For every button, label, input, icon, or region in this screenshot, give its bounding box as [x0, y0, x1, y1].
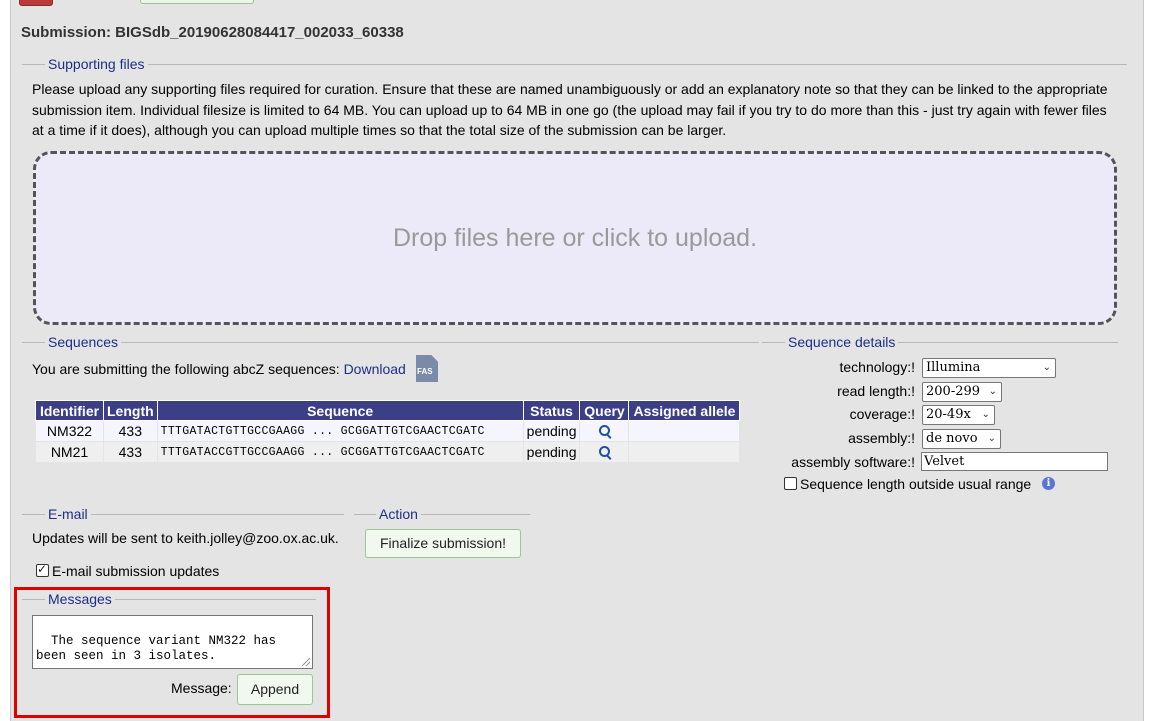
- cell-identifier: NM21: [35, 441, 104, 463]
- cell-length: 433: [103, 420, 158, 442]
- cell-identifier: NM322: [35, 420, 104, 442]
- fas-file-icon-label: FAS: [417, 367, 433, 376]
- cell-assigned-allele: [628, 441, 741, 463]
- chevron-down-icon: ⌄: [1042, 362, 1051, 373]
- search-icon[interactable]: [598, 446, 610, 457]
- column-header-length: Length: [103, 400, 158, 421]
- cell-sequence: TTTGATACCGTTGCCGAAGG ... GCGGATTGTCGAACT…: [156, 441, 524, 463]
- chevron-down-icon: ⌄: [988, 386, 997, 397]
- sequence-details-legend: Sequence details: [785, 334, 899, 350]
- messages-legend: Messages: [45, 591, 115, 607]
- cell-assigned-allele: [628, 420, 741, 442]
- table-header-row: Identifier Length Sequence Status Query …: [35, 400, 741, 421]
- table-row: NM21 433 TTTGATACCGTTGCCGAAGG ... GCGGAT…: [35, 441, 741, 463]
- chevron-down-icon: ⌄: [987, 433, 996, 444]
- read-length-label: read length:!: [837, 383, 915, 399]
- email-text: Updates will be sent to keith.jolley@zoo…: [32, 530, 339, 546]
- message-textarea[interactable]: The sequence variant NM322 has been seen…: [32, 615, 313, 669]
- supporting-files-legend: Supporting files: [45, 56, 148, 72]
- cell-status: pending: [522, 441, 581, 463]
- cell-status: pending: [522, 420, 581, 442]
- read-length-value: 200-299: [926, 384, 981, 399]
- search-icon[interactable]: [598, 425, 610, 436]
- chevron-down-icon: ⌄: [981, 409, 990, 420]
- sequences-intro: You are submitting the following abcZ se…: [32, 361, 406, 377]
- supporting-files-rule: [22, 64, 1127, 65]
- email-legend: E-mail: [45, 506, 91, 522]
- info-icon[interactable]: i: [1042, 477, 1055, 490]
- email-updates-checkbox[interactable]: [36, 562, 49, 577]
- assembly-software-input[interactable]: Velvet: [921, 452, 1108, 471]
- supporting-files-description: Please upload any supporting files requi…: [32, 81, 1108, 138]
- append-button[interactable]: Append: [237, 674, 313, 705]
- message-label: Message:: [171, 680, 232, 696]
- technology-label: technology:!: [839, 359, 916, 375]
- dropzone-text: Drop files here or click to upload.: [392, 223, 758, 252]
- sequences-intro-text: You are submitting the following abcZ se…: [32, 361, 340, 377]
- coverage-value: 20-49x: [926, 407, 971, 422]
- email-updates-label: E-mail submission updates: [52, 563, 220, 579]
- column-header-assigned-allele: Assigned allele: [628, 400, 741, 421]
- column-header-status: Status: [522, 400, 581, 421]
- coverage-select[interactable]: 20-49x ⌄: [922, 405, 995, 425]
- sequences-legend: Sequences: [45, 334, 122, 350]
- assembly-software-label: assembly software:!: [791, 454, 915, 470]
- assembly-value: de novo: [926, 431, 978, 446]
- cell-length: 433: [103, 441, 158, 463]
- outside-range-checkbox[interactable]: [784, 477, 797, 490]
- coverage-label: coverage:!: [849, 406, 915, 422]
- submission-title: Submission: BIGSdb_20190628084417_002033…: [21, 24, 404, 41]
- cell-sequence: TTTGATACTGTTGCCGAAGG ... GCGGATTGTCGAACT…: [156, 420, 524, 442]
- column-header-identifier: Identifier: [35, 400, 104, 421]
- top-red-button[interactable]: [19, 0, 53, 6]
- cell-query: [579, 420, 630, 442]
- assembly-label: assembly:!: [848, 430, 915, 446]
- outside-range-label: Sequence length outside usual range: [800, 476, 1032, 492]
- sequences-rule: [22, 342, 759, 343]
- resize-grip-icon[interactable]: [302, 658, 310, 666]
- top-green-button[interactable]: [140, 0, 254, 4]
- sequences-table: Identifier Length Sequence Status Query …: [35, 400, 741, 463]
- message-textarea-text: The sequence variant NM322 has been seen…: [36, 634, 277, 663]
- technology-value: Illumina: [926, 360, 981, 375]
- column-header-query: Query: [579, 400, 630, 421]
- finalize-submission-button[interactable]: Finalize submission!: [365, 529, 521, 558]
- download-link[interactable]: Download: [344, 361, 406, 377]
- read-length-select[interactable]: 200-299 ⌄: [922, 382, 1002, 402]
- assembly-select[interactable]: de novo ⌄: [922, 429, 1001, 449]
- fas-file-icon[interactable]: FAS: [416, 355, 438, 382]
- column-header-sequence: Sequence: [156, 400, 524, 421]
- action-legend: Action: [376, 506, 421, 522]
- technology-select[interactable]: Illumina ⌄: [922, 358, 1056, 378]
- cell-query: [579, 441, 630, 463]
- file-dropzone[interactable]: Drop files here or click to upload.: [33, 151, 1117, 325]
- table-row: NM322 433 TTTGATACTGTTGCCGAAGG ... GCGGA…: [35, 420, 741, 442]
